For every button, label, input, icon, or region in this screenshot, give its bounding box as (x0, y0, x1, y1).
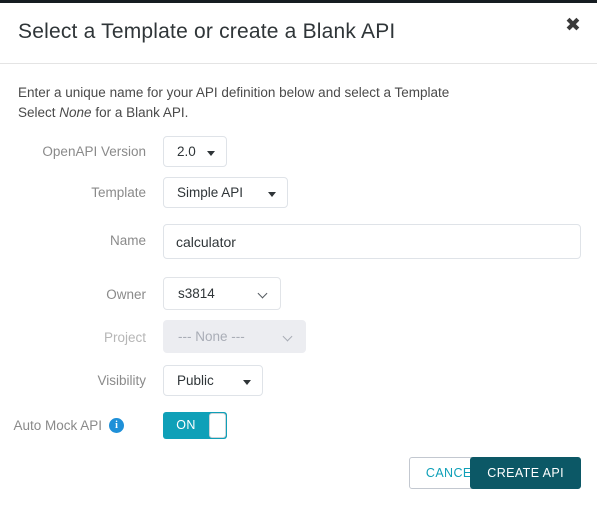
info-icon[interactable]: i (109, 417, 124, 433)
auto-mock-api-toggle[interactable]: ON (163, 412, 227, 439)
chevron-down-icon (284, 333, 292, 341)
page-title: Select a Template or create a Blank API (18, 20, 396, 43)
create-api-button[interactable]: CREATE API (470, 457, 581, 489)
auto-mock-api-toggle-state: ON (176, 418, 196, 432)
intro-line-1: Enter a unique name for your API definit… (18, 85, 450, 100)
visibility-dropdown[interactable]: Public (163, 365, 263, 396)
project-control: --- None --- (163, 320, 306, 353)
template-dropdown[interactable]: Simple API (163, 177, 288, 208)
label-auto-mock-api: Auto Mock API i (0, 417, 124, 434)
label-name: Name (109, 233, 146, 248)
intro-none-word: None (59, 105, 92, 120)
toggle-knob (209, 413, 226, 438)
template-value: Simple API (177, 185, 244, 200)
auto-mock-api-label-text: Auto Mock API (13, 418, 102, 433)
openapi-version-control: 2.0 (163, 136, 227, 167)
project-select: --- None --- (163, 320, 306, 353)
chevron-down-icon (206, 151, 215, 156)
visibility-value: Public (177, 373, 214, 388)
openapi-version-dropdown[interactable]: 2.0 (163, 136, 227, 167)
chevron-down-icon (268, 192, 276, 197)
project-value: --- None --- (178, 329, 245, 344)
owner-value: s3814 (178, 286, 215, 301)
auto-mock-api-control: ON (163, 412, 227, 444)
name-input[interactable] (163, 224, 581, 259)
label-visibility: Visibility (97, 373, 146, 388)
create-api-modal: Select a Template or create a Blank API … (0, 0, 597, 509)
chevron-down-icon (259, 290, 267, 298)
owner-select[interactable]: s3814 (163, 277, 281, 310)
intro-line-2-prefix: Select (18, 105, 60, 120)
close-icon[interactable]: ✖ (559, 11, 587, 39)
label-openapi-version: OpenAPI Version (42, 144, 146, 159)
openapi-version-value: 2.0 (177, 144, 196, 159)
chevron-down-icon (243, 380, 251, 385)
intro-text: Enter a unique name for your API definit… (18, 83, 488, 123)
owner-control: s3814 (163, 277, 281, 310)
modal-body: Enter a unique name for your API definit… (0, 64, 597, 439)
name-control (163, 224, 581, 259)
modal-footer: CANCEL CREATE API (0, 452, 597, 509)
template-control: Simple API (163, 177, 288, 208)
intro-line-2-suffix: for a Blank API. (91, 105, 189, 120)
visibility-control: Public (163, 365, 263, 396)
label-template: Template (91, 185, 146, 200)
label-project: Project (103, 330, 146, 345)
label-owner: Owner (106, 287, 146, 302)
modal-header: Select a Template or create a Blank API … (0, 3, 597, 64)
